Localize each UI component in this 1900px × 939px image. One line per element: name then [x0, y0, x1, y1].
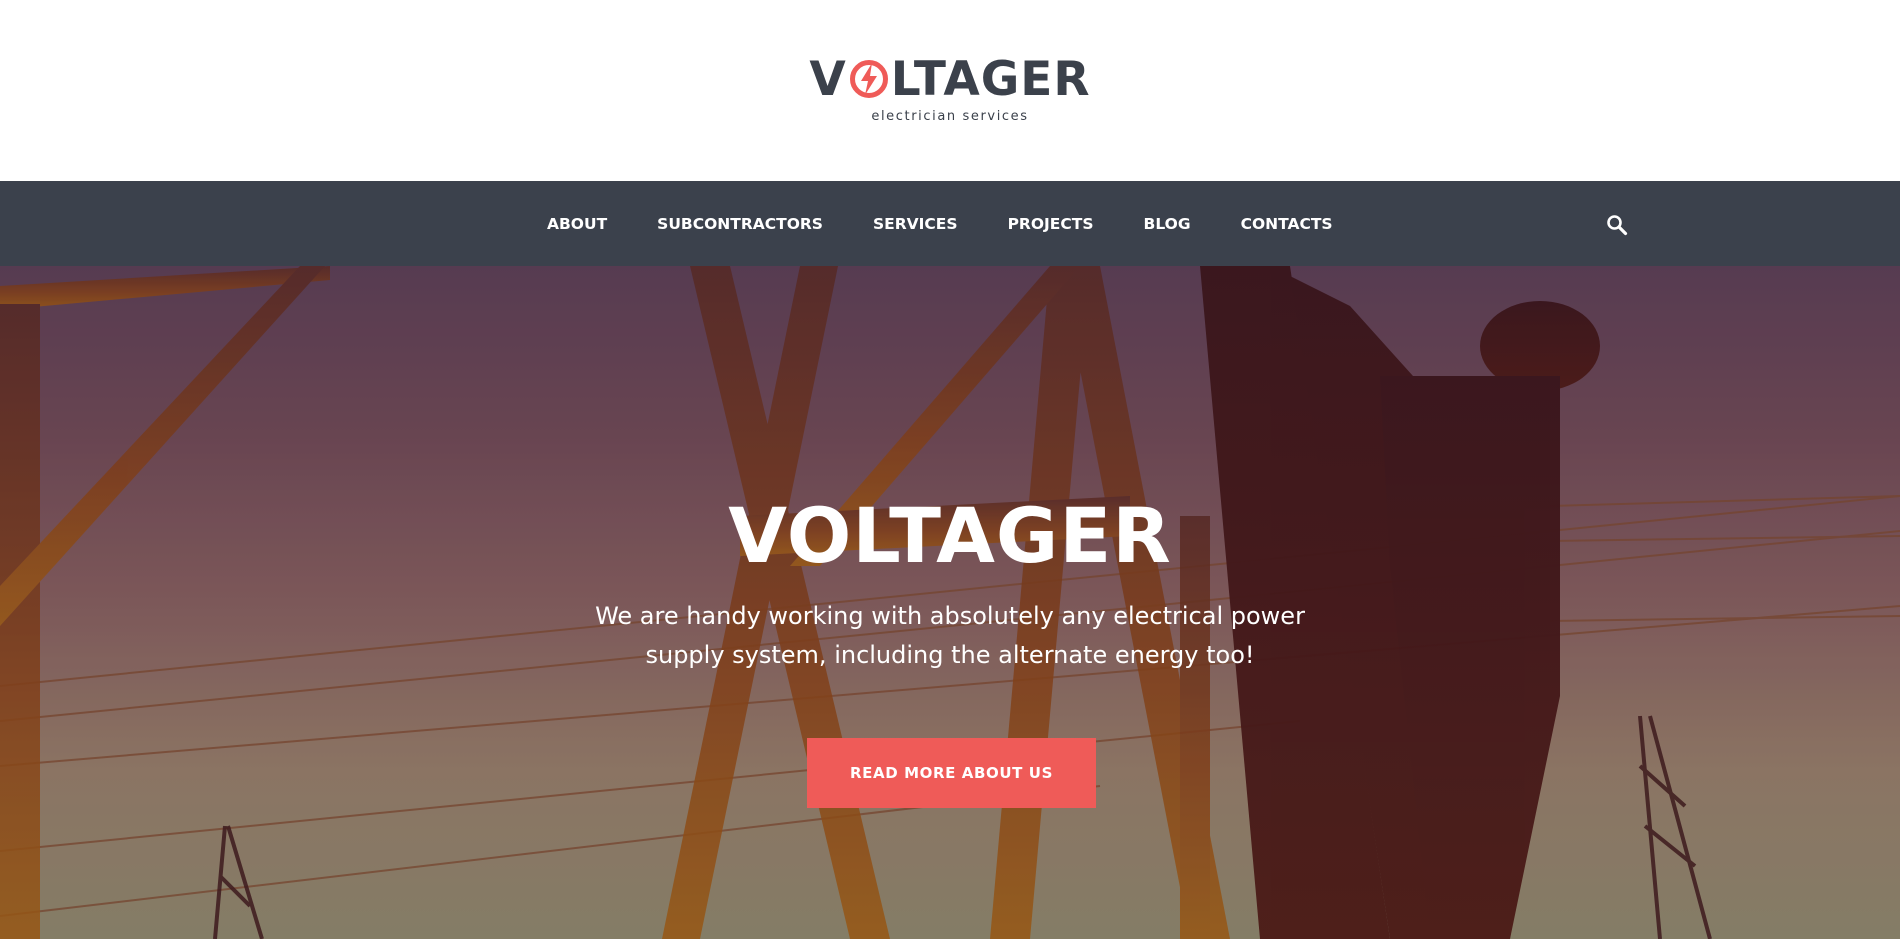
read-more-button[interactable]: READ MORE ABOUT US — [807, 738, 1096, 808]
search-icon — [1607, 215, 1628, 236]
nav-item-subcontractors[interactable]: SUBCONTRACTORS — [657, 215, 823, 233]
nav-item-services[interactable]: SERVICES — [873, 215, 958, 233]
logo-letter-v: V — [809, 52, 847, 107]
hero-banner: VOLTAGER We are handy working with absol… — [0, 266, 1900, 939]
hero-title: VOLTAGER — [728, 491, 1172, 580]
logo-letters: LTAGER — [890, 52, 1091, 107]
nav-item-contacts[interactable]: CONTACTS — [1241, 215, 1333, 233]
search-button[interactable] — [1606, 214, 1628, 236]
site-logo[interactable]: V LTAGER electrician services — [0, 56, 1900, 124]
hero-subtitle: We are handy working with absolutely any… — [595, 602, 1305, 669]
nav-item-about[interactable]: ABOUT — [547, 215, 607, 233]
logo-wordmark: V LTAGER — [809, 56, 1090, 103]
nav-item-blog[interactable]: BLOG — [1144, 215, 1191, 233]
nav-item-projects[interactable]: PROJECTS — [1008, 215, 1094, 233]
main-navigation: ABOUT SUBCONTRACTORS SERVICES PROJECTS B… — [0, 181, 1900, 266]
logo-tagline: electrician services — [871, 109, 1029, 124]
lightning-bolt-icon — [849, 59, 888, 98]
nav-menu: ABOUT SUBCONTRACTORS SERVICES PROJECTS B… — [547, 181, 1333, 266]
site-header: V LTAGER electrician services — [0, 0, 1900, 181]
